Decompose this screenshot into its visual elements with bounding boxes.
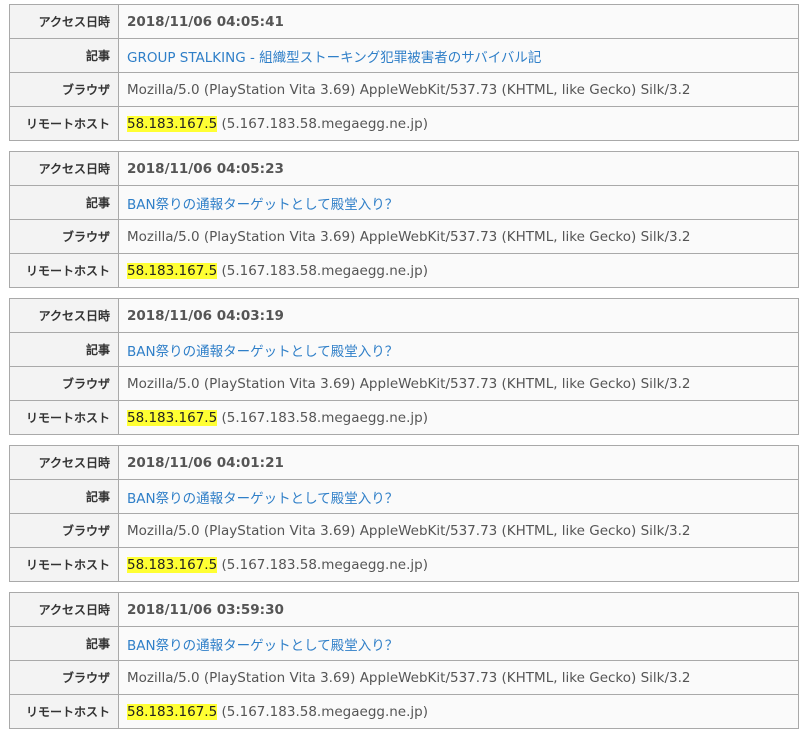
access-log: アクセス日時 2018/11/06 04:05:41 記事 GROUP STAL… bbox=[9, 4, 799, 739]
article-link[interactable]: GROUP STALKING - 組織型ストーキング犯罪被害者のサバイバル記 bbox=[127, 50, 541, 66]
ip-address: 58.183.167.5 bbox=[127, 115, 218, 132]
article-label: 記事 bbox=[9, 332, 119, 367]
hostname: (5.167.183.58.megaegg.ne.jp) bbox=[217, 409, 428, 426]
access-entry: アクセス日時 2018/11/06 04:05:41 記事 GROUP STAL… bbox=[9, 4, 799, 141]
browser-label: ブラウザ bbox=[9, 219, 119, 254]
article-cell: BAN祭りの通報ターゲットとして殿堂入り？ bbox=[118, 185, 799, 220]
access-entry: アクセス日時 2018/11/06 04:01:21 記事 BAN祭りの通報ター… bbox=[9, 445, 799, 582]
remote-host-label: リモートホスト bbox=[9, 694, 119, 729]
article-row: 記事 GROUP STALKING - 組織型ストーキング犯罪被害者のサバイバル… bbox=[9, 38, 799, 73]
access-time-value: 2018/11/06 04:05:23 bbox=[118, 151, 799, 186]
article-row: 記事 BAN祭りの通報ターゲットとして殿堂入り？ bbox=[9, 479, 799, 514]
article-link[interactable]: BAN祭りの通報ターゲットとして殿堂入り？ bbox=[127, 491, 398, 507]
article-row: 記事 BAN祭りの通報ターゲットとして殿堂入り？ bbox=[9, 185, 799, 220]
access-time-row: アクセス日時 2018/11/06 04:03:19 bbox=[9, 298, 799, 333]
access-time-row: アクセス日時 2018/11/06 04:01:21 bbox=[9, 445, 799, 480]
browser-row: ブラウザ Mozilla/5.0 (PlayStation Vita 3.69)… bbox=[9, 219, 799, 254]
article-label: 記事 bbox=[9, 479, 119, 514]
access-time-value: 2018/11/06 04:03:19 bbox=[118, 298, 799, 333]
article-link[interactable]: BAN祭りの通報ターゲットとして殿堂入り？ bbox=[127, 197, 398, 213]
remote-host-cell: 58.183.167.5 (5.167.183.58.megaegg.ne.jp… bbox=[118, 694, 799, 729]
article-row: 記事 BAN祭りの通報ターゲットとして殿堂入り？ bbox=[9, 626, 799, 661]
hostname: (5.167.183.58.megaegg.ne.jp) bbox=[217, 556, 428, 573]
access-time-label: アクセス日時 bbox=[9, 298, 119, 333]
browser-value: Mozilla/5.0 (PlayStation Vita 3.69) Appl… bbox=[118, 513, 799, 548]
article-cell: GROUP STALKING - 組織型ストーキング犯罪被害者のサバイバル記 bbox=[118, 38, 799, 73]
hostname: (5.167.183.58.megaegg.ne.jp) bbox=[217, 262, 428, 279]
access-time-value: 2018/11/06 04:05:41 bbox=[118, 4, 799, 39]
access-time-row: アクセス日時 2018/11/06 04:05:23 bbox=[9, 151, 799, 186]
remote-host-label: リモートホスト bbox=[9, 106, 119, 141]
browser-row: ブラウザ Mozilla/5.0 (PlayStation Vita 3.69)… bbox=[9, 513, 799, 548]
access-entry: アクセス日時 2018/11/06 03:59:30 記事 BAN祭りの通報ター… bbox=[9, 592, 799, 729]
access-time-label: アクセス日時 bbox=[9, 445, 119, 480]
remote-host-label: リモートホスト bbox=[9, 253, 119, 288]
browser-label: ブラウザ bbox=[9, 72, 119, 107]
article-link[interactable]: BAN祭りの通報ターゲットとして殿堂入り？ bbox=[127, 344, 398, 360]
browser-value: Mozilla/5.0 (PlayStation Vita 3.69) Appl… bbox=[118, 219, 799, 254]
access-time-row: アクセス日時 2018/11/06 03:59:30 bbox=[9, 592, 799, 627]
remote-host-row: リモートホスト 58.183.167.5 (5.167.183.58.megae… bbox=[9, 106, 799, 141]
browser-value: Mozilla/5.0 (PlayStation Vita 3.69) Appl… bbox=[118, 366, 799, 401]
article-cell: BAN祭りの通報ターゲットとして殿堂入り？ bbox=[118, 332, 799, 367]
access-entry: アクセス日時 2018/11/06 04:03:19 記事 BAN祭りの通報ター… bbox=[9, 298, 799, 435]
remote-host-row: リモートホスト 58.183.167.5 (5.167.183.58.megae… bbox=[9, 694, 799, 729]
remote-host-cell: 58.183.167.5 (5.167.183.58.megaegg.ne.jp… bbox=[118, 106, 799, 141]
access-time-value: 2018/11/06 03:59:30 bbox=[118, 592, 799, 627]
article-cell: BAN祭りの通報ターゲットとして殿堂入り？ bbox=[118, 626, 799, 661]
article-label: 記事 bbox=[9, 185, 119, 220]
article-label: 記事 bbox=[9, 626, 119, 661]
article-cell: BAN祭りの通報ターゲットとして殿堂入り？ bbox=[118, 479, 799, 514]
browser-row: ブラウザ Mozilla/5.0 (PlayStation Vita 3.69)… bbox=[9, 366, 799, 401]
access-time-label: アクセス日時 bbox=[9, 592, 119, 627]
hostname: (5.167.183.58.megaegg.ne.jp) bbox=[217, 703, 428, 720]
access-entry: アクセス日時 2018/11/06 04:05:23 記事 BAN祭りの通報ター… bbox=[9, 151, 799, 288]
browser-row: ブラウザ Mozilla/5.0 (PlayStation Vita 3.69)… bbox=[9, 72, 799, 107]
remote-host-row: リモートホスト 58.183.167.5 (5.167.183.58.megae… bbox=[9, 253, 799, 288]
browser-label: ブラウザ bbox=[9, 660, 119, 695]
browser-value: Mozilla/5.0 (PlayStation Vita 3.69) Appl… bbox=[118, 72, 799, 107]
ip-address: 58.183.167.5 bbox=[127, 703, 218, 720]
remote-host-row: リモートホスト 58.183.167.5 (5.167.183.58.megae… bbox=[9, 400, 799, 435]
ip-address: 58.183.167.5 bbox=[127, 409, 218, 426]
browser-label: ブラウザ bbox=[9, 366, 119, 401]
access-time-row: アクセス日時 2018/11/06 04:05:41 bbox=[9, 4, 799, 39]
article-link[interactable]: BAN祭りの通報ターゲットとして殿堂入り？ bbox=[127, 638, 398, 654]
article-label: 記事 bbox=[9, 38, 119, 73]
access-time-value: 2018/11/06 04:01:21 bbox=[118, 445, 799, 480]
access-time-label: アクセス日時 bbox=[9, 4, 119, 39]
ip-address: 58.183.167.5 bbox=[127, 262, 218, 279]
remote-host-cell: 58.183.167.5 (5.167.183.58.megaegg.ne.jp… bbox=[118, 400, 799, 435]
browser-label: ブラウザ bbox=[9, 513, 119, 548]
browser-row: ブラウザ Mozilla/5.0 (PlayStation Vita 3.69)… bbox=[9, 660, 799, 695]
remote-host-label: リモートホスト bbox=[9, 400, 119, 435]
hostname: (5.167.183.58.megaegg.ne.jp) bbox=[217, 115, 428, 132]
article-row: 記事 BAN祭りの通報ターゲットとして殿堂入り？ bbox=[9, 332, 799, 367]
remote-host-row: リモートホスト 58.183.167.5 (5.167.183.58.megae… bbox=[9, 547, 799, 582]
ip-address: 58.183.167.5 bbox=[127, 556, 218, 573]
browser-value: Mozilla/5.0 (PlayStation Vita 3.69) Appl… bbox=[118, 660, 799, 695]
access-time-label: アクセス日時 bbox=[9, 151, 119, 186]
remote-host-cell: 58.183.167.5 (5.167.183.58.megaegg.ne.jp… bbox=[118, 547, 799, 582]
remote-host-cell: 58.183.167.5 (5.167.183.58.megaegg.ne.jp… bbox=[118, 253, 799, 288]
remote-host-label: リモートホスト bbox=[9, 547, 119, 582]
